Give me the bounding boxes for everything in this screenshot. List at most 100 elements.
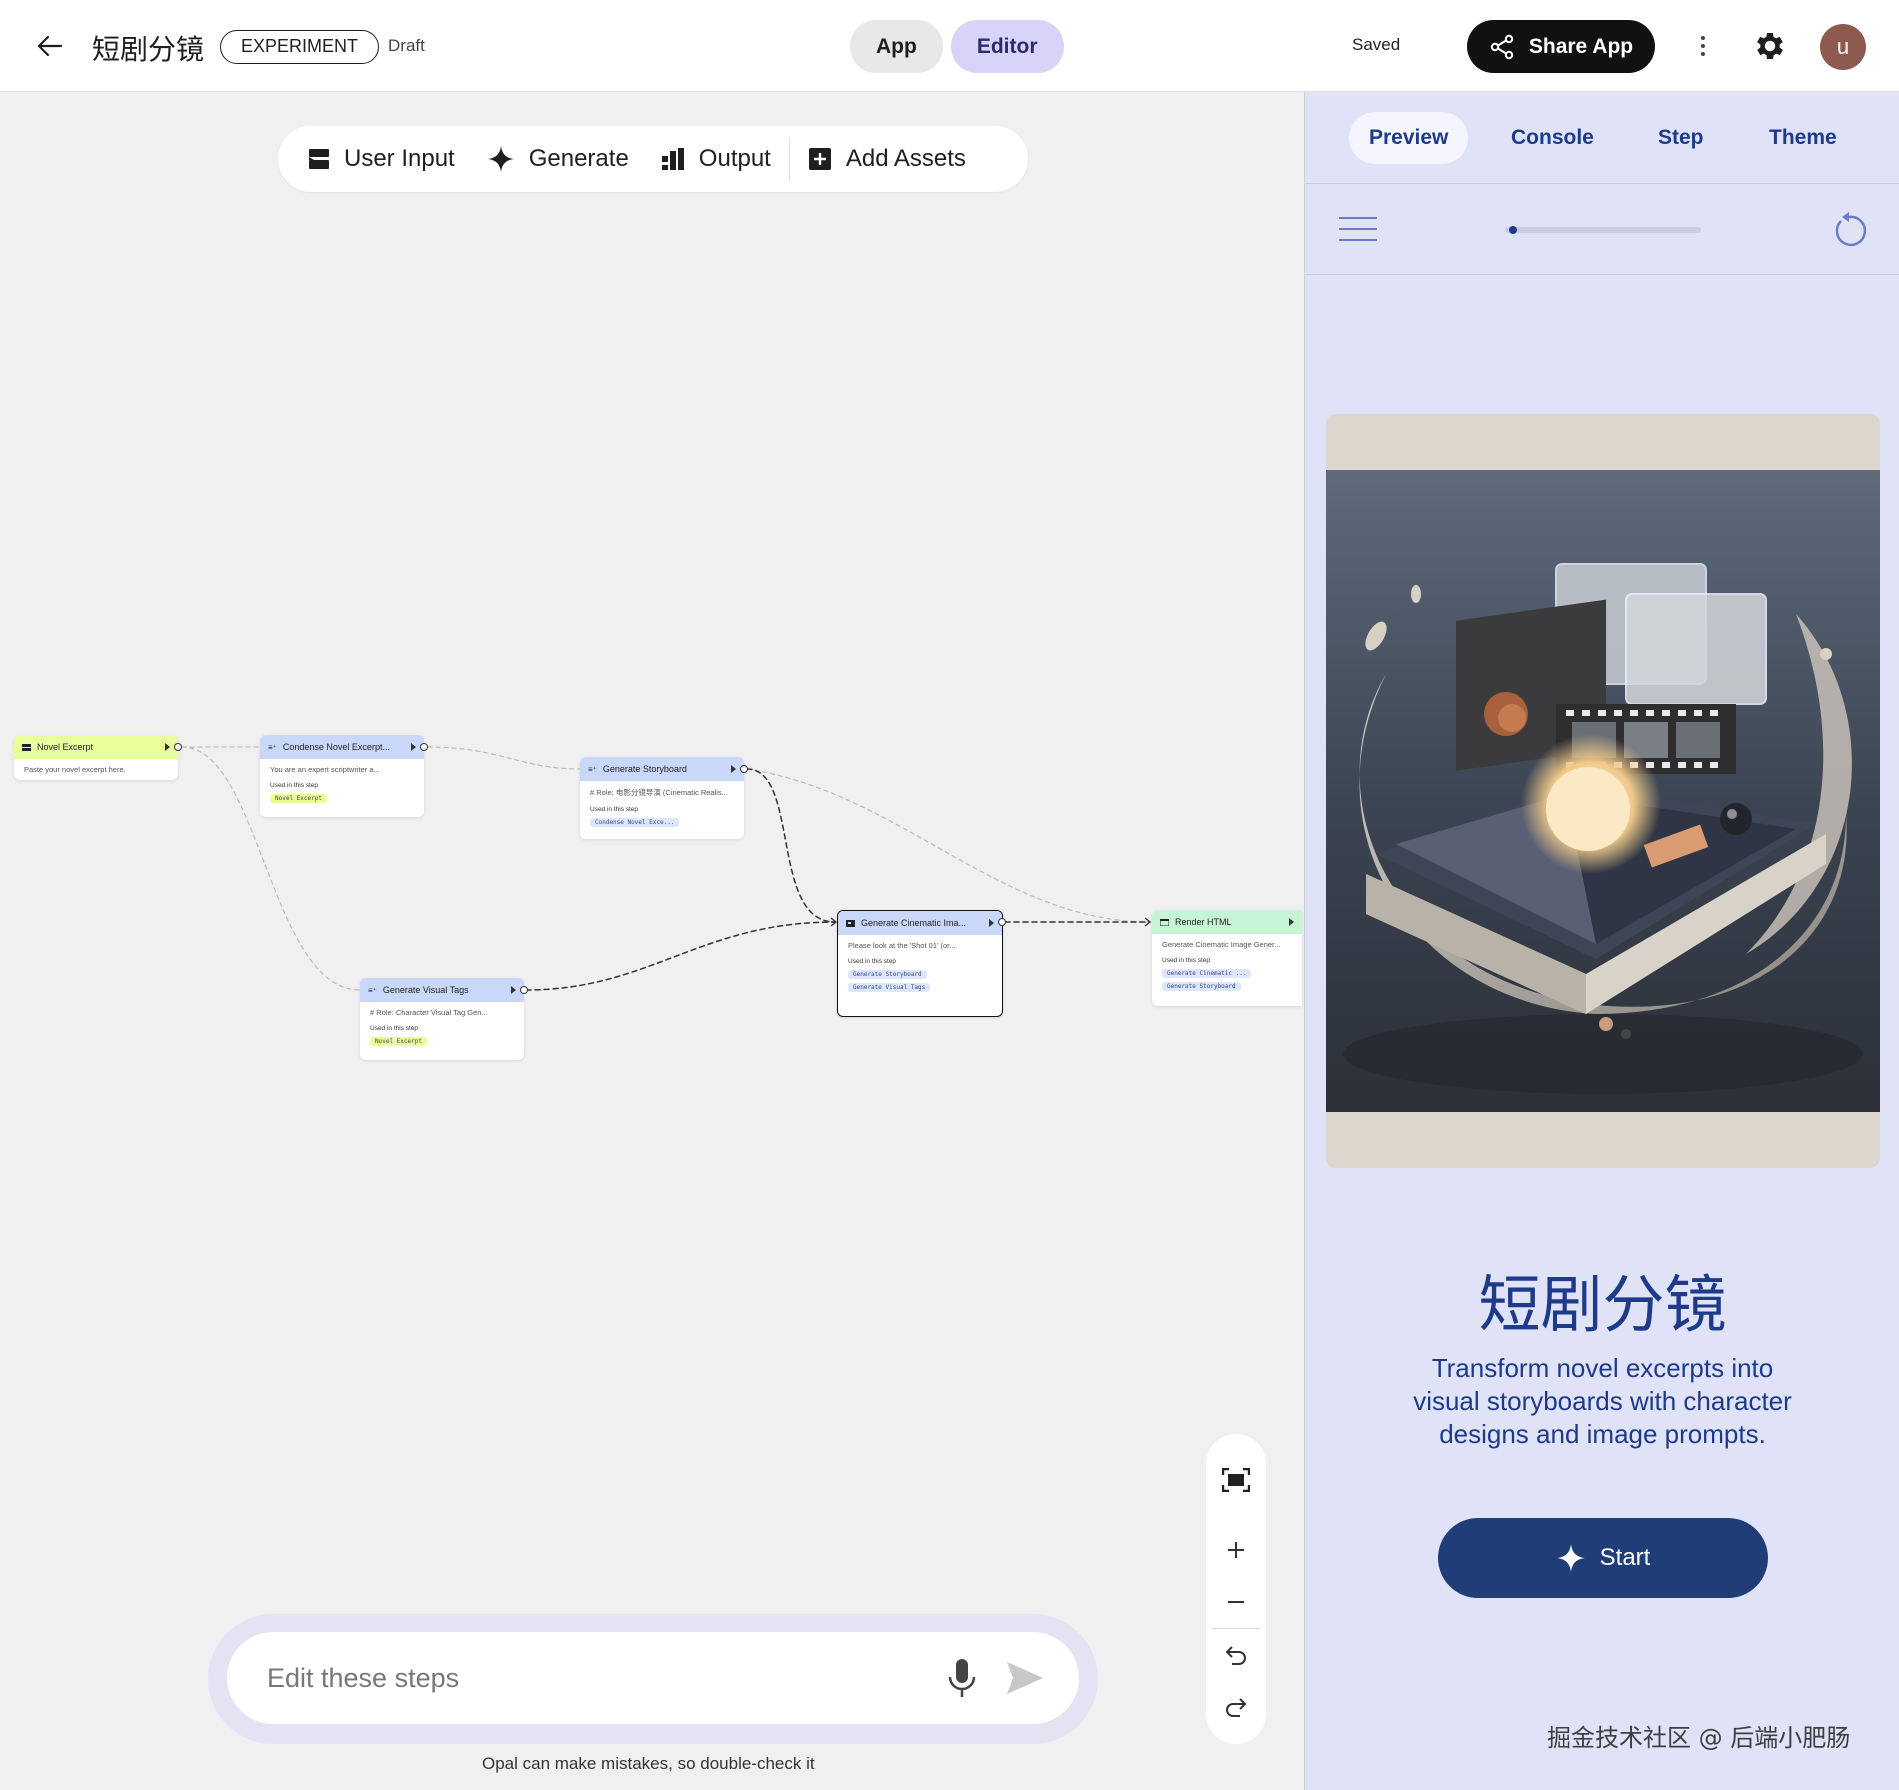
undo-icon xyxy=(1225,1646,1246,1665)
used-in-step-label: Used in this step xyxy=(370,1025,419,1032)
output-tool[interactable]: Output xyxy=(661,145,771,173)
edge-storyboard-render xyxy=(746,768,1151,923)
dependency-chip[interactable]: Generate Cinematic ... xyxy=(1162,969,1252,978)
canvas-zoom-controls xyxy=(1206,1434,1266,1744)
preview-panel: Preview Console Step Theme 短剧分镜 Transfor… xyxy=(1304,92,1899,1790)
play-icon[interactable] xyxy=(511,986,516,994)
play-icon[interactable] xyxy=(1289,918,1294,926)
play-icon[interactable] xyxy=(989,919,994,927)
dependency-chip[interactable]: Novel Excerpt xyxy=(270,794,327,803)
zoom-out-button[interactable] xyxy=(1216,1582,1256,1622)
node-render-html[interactable]: Render HTML Generate Cinematic Image Gen… xyxy=(1152,910,1302,1006)
add-assets-label: Add Assets xyxy=(845,145,966,172)
output-port[interactable] xyxy=(740,765,748,773)
add-box-icon xyxy=(808,148,831,170)
sparkle-icon xyxy=(487,146,514,172)
tab-theme[interactable]: Theme xyxy=(1769,112,1837,164)
dependency-chip[interactable]: Generate Storyboard xyxy=(848,970,927,979)
node-header: Novel Excerpt xyxy=(14,735,178,759)
node-header: ≡⁺ Generate Visual Tags xyxy=(360,978,524,1002)
edge-visualtags-cinematic xyxy=(525,921,836,991)
generate-label: Generate xyxy=(528,145,629,172)
node-generate-storyboard[interactable]: ≡⁺ Generate Storyboard # Role: 电影分镜导演 (C… xyxy=(580,757,744,839)
flow-canvas[interactable]: Novel Excerpt Paste your novel excerpt h… xyxy=(0,92,1302,1790)
node-generate-visual-tags[interactable]: ≡⁺ Generate Visual Tags # Role: Characte… xyxy=(360,978,524,1060)
play-icon[interactable] xyxy=(165,743,170,751)
play-icon[interactable] xyxy=(411,743,416,751)
node-description: Generate Cinematic Image Gener... xyxy=(1162,940,1281,949)
used-in-step-label: Used in this step xyxy=(590,806,639,813)
gear-icon[interactable] xyxy=(1752,28,1788,64)
output-port[interactable] xyxy=(174,743,182,751)
output-port[interactable] xyxy=(520,986,528,994)
dependency-chip[interactable]: Generate Storyboard xyxy=(1162,982,1241,991)
generate-icon: ≡⁺ xyxy=(588,764,597,774)
node-condense-novel-excerpt[interactable]: ≡⁺ Condense Novel Excerpt... You are an … xyxy=(260,735,424,817)
node-description: # Role: 电影分镜导演 (Cinematic Realis... xyxy=(590,788,728,797)
output-port[interactable] xyxy=(998,918,1006,926)
add-assets-tool[interactable]: Add Assets xyxy=(808,145,966,173)
redo-icon xyxy=(1226,1698,1247,1717)
mode-editor-button[interactable]: Editor xyxy=(950,20,1064,73)
tab-console[interactable]: Console xyxy=(1511,112,1594,164)
undo-button[interactable] xyxy=(1216,1635,1256,1675)
watermark-text: 掘金技术社区 @ 后端小肥肠 xyxy=(1547,1724,1851,1752)
tab-step[interactable]: Step xyxy=(1658,112,1704,164)
used-in-step-label: Used in this step xyxy=(270,782,319,789)
dependency-chip[interactable]: Condense Novel Exce... xyxy=(590,818,680,827)
zoom-divider xyxy=(1211,1628,1261,1629)
output-icon xyxy=(1160,918,1169,926)
add-step-toolbar: User Input Generate Output Add Assets xyxy=(278,126,1028,192)
saved-status: Saved xyxy=(1352,35,1401,54)
arrow-left-icon xyxy=(37,35,63,57)
edge-storyboard-cinematic xyxy=(746,768,836,923)
plus-icon xyxy=(1228,1542,1244,1558)
hamburger-menu-icon[interactable] xyxy=(1339,217,1377,243)
edit-steps-input[interactable] xyxy=(267,1660,917,1696)
progress-indicator xyxy=(1508,226,1517,234)
node-header: ≡⁺ Generate Storyboard xyxy=(580,757,744,781)
node-title: Condense Novel Excerpt... xyxy=(282,742,390,752)
play-icon[interactable] xyxy=(731,765,736,773)
experiment-badge: EXPERIMENT xyxy=(220,30,380,64)
generate-tool[interactable]: Generate xyxy=(487,145,629,173)
redo-button[interactable] xyxy=(1216,1687,1256,1727)
start-label: Start xyxy=(1599,1544,1651,1571)
tab-preview[interactable]: Preview xyxy=(1349,112,1469,164)
node-title: Generate Visual Tags xyxy=(382,985,469,995)
flow-edges xyxy=(181,746,1152,991)
book-film-illustration xyxy=(1326,414,1880,1168)
restart-icon[interactable] xyxy=(1829,211,1869,251)
dependency-chip[interactable]: Novel Excerpt xyxy=(370,1037,427,1046)
avatar[interactable]: u xyxy=(1820,24,1866,70)
progress-bar xyxy=(1505,227,1701,233)
output-port[interactable] xyxy=(420,743,428,751)
used-in-step-label: Used in this step xyxy=(848,958,897,965)
app-header: 短剧分镜 EXPERIMENT Draft App Editor Saved S… xyxy=(0,0,1899,92)
node-generate-cinematic-image[interactable]: Generate Cinematic Ima... Please look at… xyxy=(837,910,1003,1017)
node-title: Generate Cinematic Ima... xyxy=(861,918,967,928)
user-input-tool[interactable]: User Input xyxy=(308,145,455,173)
node-novel-excerpt[interactable]: Novel Excerpt Paste your novel excerpt h… xyxy=(14,735,178,780)
app-title[interactable]: 短剧分镜 xyxy=(92,28,204,68)
send-icon[interactable] xyxy=(1005,1660,1045,1696)
start-button[interactable]: Start xyxy=(1438,1518,1768,1598)
node-header: Generate Cinematic Ima... xyxy=(838,911,1002,935)
mode-app-button[interactable]: App xyxy=(850,20,943,73)
share-app-button[interactable]: Share App xyxy=(1467,20,1655,73)
microphone-icon[interactable] xyxy=(944,1655,980,1701)
preview-toolbar xyxy=(1305,185,1899,275)
fit-screen-button[interactable] xyxy=(1216,1460,1256,1500)
node-description: Paste your novel excerpt here. xyxy=(24,765,126,774)
share-icon xyxy=(1490,34,1514,59)
app-hero-image xyxy=(1326,414,1880,1168)
image-icon xyxy=(846,919,855,927)
toolbar-divider xyxy=(788,137,790,181)
used-in-step-label: Used in this step xyxy=(1162,957,1211,964)
dependency-chip[interactable]: Generate Visual Tags xyxy=(848,983,931,992)
sparkle-icon xyxy=(1556,1544,1585,1572)
back-button[interactable] xyxy=(30,26,70,66)
more-options-button[interactable] xyxy=(1690,28,1716,64)
zoom-in-button[interactable] xyxy=(1216,1530,1256,1570)
node-title: Render HTML xyxy=(1175,917,1232,927)
